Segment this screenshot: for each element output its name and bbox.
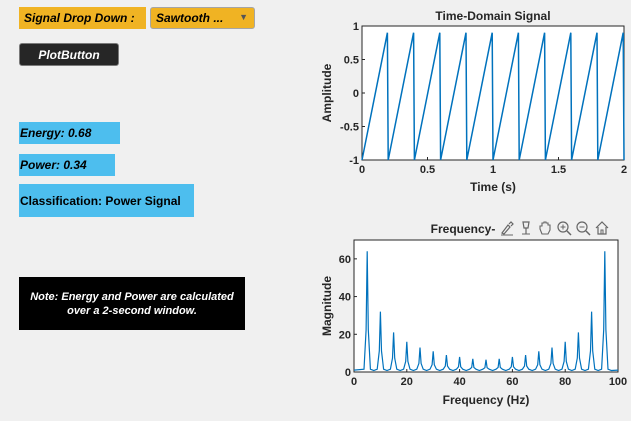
freq-ytick-label: 40 [339, 292, 351, 304]
freq-xtick-label: 40 [453, 376, 465, 388]
zoom-in-icon[interactable] [555, 219, 573, 237]
freq-xtick-label: 20 [401, 376, 413, 388]
freq-chart-ylabel: Magnitude [320, 276, 334, 336]
freq-ytick-label: 0 [345, 367, 351, 379]
time-series-line [361, 32, 625, 161]
freq-xtick-label: 60 [506, 376, 518, 388]
pan-icon[interactable] [536, 219, 554, 237]
freq-ytick-label: 20 [339, 329, 351, 341]
freq-xtick-label: 0 [351, 376, 357, 388]
data-tips-icon[interactable] [517, 219, 535, 237]
freq-chart-title: Frequency- [431, 222, 496, 236]
time-xtick-label: 2 [621, 164, 627, 176]
freq-xtick-label: 80 [559, 376, 571, 388]
time-chart-title: Time-Domain Signal [435, 9, 550, 23]
plot-button[interactable]: PlotButton [19, 43, 119, 66]
signal-dropdown-label: Signal Drop Down : [19, 7, 146, 29]
power-label: Power: 0.34 [19, 154, 115, 176]
time-xtick-label: 1.5 [551, 164, 566, 176]
freq-xtick-label: 100 [609, 376, 627, 388]
brush-icon[interactable] [498, 219, 516, 237]
zoom-out-icon[interactable] [574, 219, 592, 237]
time-ytick-label: 0.5 [344, 55, 359, 67]
time-ytick-label: 1 [353, 21, 359, 33]
frequency-series-line [353, 251, 619, 372]
time-xtick-label: 0 [359, 164, 365, 176]
time-ytick-label: -1 [349, 155, 359, 167]
signal-dropdown-value: Sawtooth ... [156, 11, 224, 25]
freq-plot-area [353, 239, 619, 373]
axes-toolbar [498, 219, 611, 237]
time-chart-xlabel: Time (s) [470, 180, 516, 194]
freq-chart-xlabel: Frequency (Hz) [443, 393, 530, 407]
time-plot-area [361, 25, 625, 161]
time-ytick-label: 0 [353, 88, 359, 100]
signal-dropdown[interactable]: Sawtooth ... ▼ [150, 7, 255, 29]
chevron-down-icon: ▼ [239, 12, 248, 22]
home-icon[interactable] [593, 219, 611, 237]
time-xtick-label: 1 [490, 164, 496, 176]
classification-label: Classification: Power Signal [19, 184, 194, 217]
energy-label: Energy: 0.68 [19, 122, 120, 144]
time-chart-ylabel: Amplitude [320, 63, 334, 122]
time-xtick-label: 0.5 [420, 164, 435, 176]
note-text: Note: Energy and Power are calculated ov… [19, 277, 245, 330]
time-ytick-label: -0.5 [340, 122, 359, 134]
freq-ytick-label: 60 [339, 254, 351, 266]
